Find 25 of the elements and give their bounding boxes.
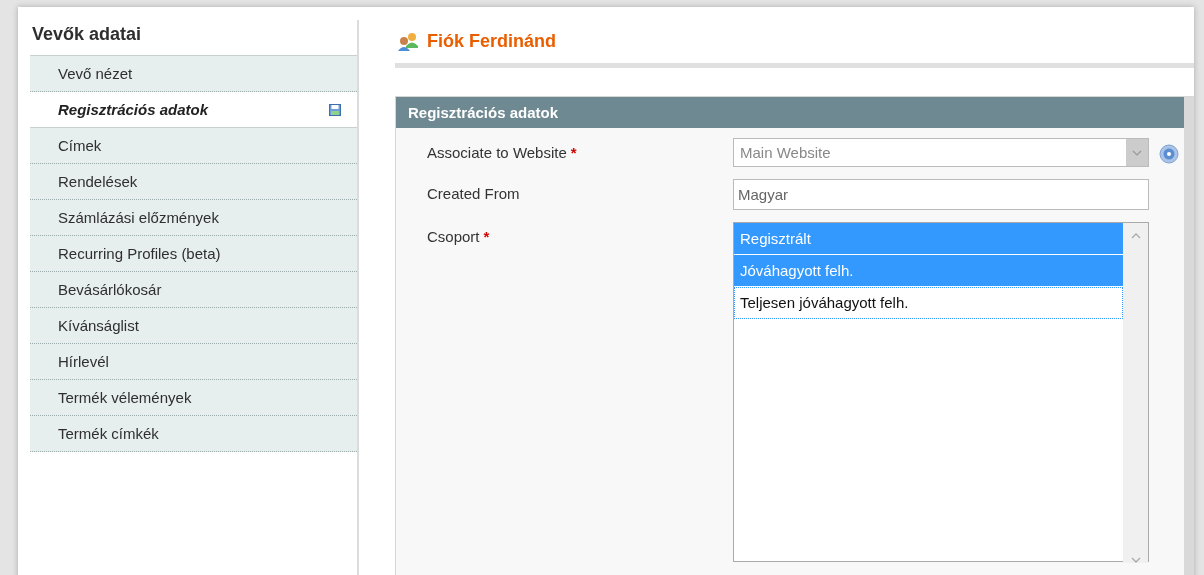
list-option[interactable]: Teljesen jóváhagyott felh. (734, 287, 1123, 319)
sidebar-item[interactable]: Termék vélemények (30, 380, 357, 416)
text-field[interactable]: Magyar (733, 179, 1149, 210)
sidebar-item[interactable]: Címek (30, 128, 357, 164)
sidebar-item[interactable]: Hírlevél (30, 344, 357, 380)
sidebar-item[interactable]: Számlázási előzmények (30, 200, 357, 236)
sidebar-item[interactable]: Rendelések (30, 164, 357, 200)
users-icon (397, 31, 419, 52)
sidebar-item[interactable]: Recurring Profiles (beta) (30, 236, 357, 272)
required-mark: * (483, 228, 490, 245)
sidebar-item[interactable]: Bevásárlókosár (30, 272, 357, 308)
sidebar-item[interactable]: Vevő nézet (30, 56, 357, 92)
scrollbar[interactable] (1123, 223, 1148, 563)
field-label: Associate to Website (427, 144, 567, 161)
required-mark: * (570, 144, 577, 161)
sidebar-item[interactable]: Kívánságlist (30, 308, 357, 344)
field-label: Csoport (427, 228, 480, 245)
sidebar-item[interactable]: Termék címkék (30, 416, 357, 452)
section-header: Regisztrációs adatok (396, 97, 1184, 128)
field-label: Created From (427, 185, 520, 202)
page-title: Fiók Ferdinánd (427, 31, 556, 52)
scroll-down-icon[interactable] (1130, 557, 1141, 563)
help-icon[interactable] (1159, 144, 1179, 164)
scroll-up-icon[interactable] (1130, 233, 1141, 239)
save-icon (329, 103, 341, 116)
